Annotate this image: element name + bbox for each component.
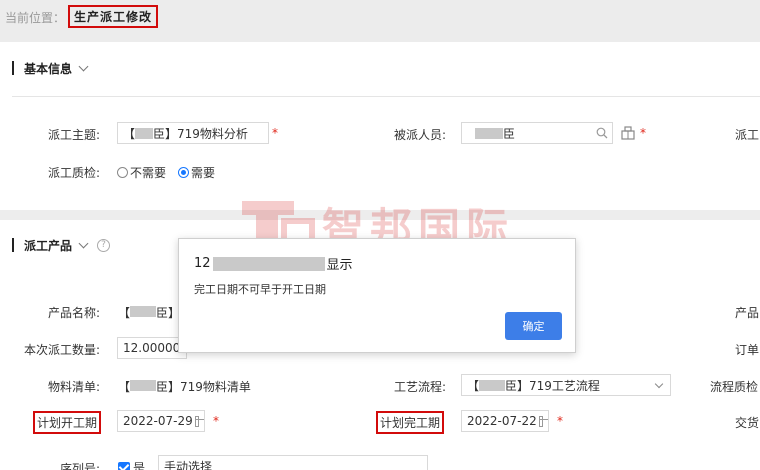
product-name-label: 产品名称: bbox=[48, 306, 101, 320]
calendar-icon[interactable] bbox=[194, 415, 204, 427]
subject-suffix: 臣】719物料分析 bbox=[153, 126, 248, 141]
redacted-block bbox=[135, 127, 154, 139]
help-icon[interactable]: ? bbox=[97, 238, 111, 252]
subject-prefix: 【 bbox=[123, 126, 136, 141]
required-mark: * bbox=[640, 126, 646, 140]
quantity-input[interactable]: 12.000000 bbox=[117, 337, 187, 359]
assignee-input[interactable]: 臣 bbox=[461, 122, 613, 144]
process-label: 工艺流程: bbox=[394, 380, 447, 394]
section-basic-title: 基本信息 bbox=[24, 61, 73, 76]
qc-label: 派工质检: bbox=[48, 166, 101, 180]
bom-value[interactable]: 【 臣】719物料清单 bbox=[118, 378, 251, 395]
plan-end-label: 计划完工期 bbox=[376, 411, 445, 434]
redacted-block bbox=[475, 127, 503, 139]
serial-checkbox[interactable]: 是 bbox=[118, 459, 145, 470]
qc-option-yes-label: 需要 bbox=[191, 166, 216, 180]
calendar-icon[interactable] bbox=[538, 415, 548, 427]
chevron-down-icon[interactable] bbox=[654, 379, 664, 389]
section-product-header[interactable]: 派工产品 ? bbox=[12, 235, 111, 255]
product-name-suffix: 臣】 bbox=[156, 306, 181, 320]
right-cut-label: 派工 bbox=[735, 128, 760, 142]
quantity-label: 本次派工数量: bbox=[24, 343, 101, 357]
breadcrumb-current: 生产派工修改 bbox=[68, 5, 159, 28]
dialog-ok-button[interactable]: 确定 bbox=[505, 312, 562, 340]
product-name-prefix: 【 bbox=[118, 306, 131, 320]
process-select[interactable]: 【 臣】719工艺流程 bbox=[461, 374, 671, 396]
bom-suffix: 臣】719物料清单 bbox=[156, 380, 251, 394]
search-icon[interactable] bbox=[596, 127, 608, 139]
plan-start-value: 2022-07-29 bbox=[123, 414, 193, 428]
required-mark: * bbox=[557, 414, 563, 428]
plan-start-date-input[interactable]: 2022-07-29 bbox=[117, 410, 205, 432]
product-name-value: 【 臣】 bbox=[118, 304, 180, 321]
subject-label: 派工主题: bbox=[48, 128, 101, 142]
redacted-block bbox=[130, 380, 157, 391]
required-mark: * bbox=[213, 414, 219, 428]
assignee-label: 被派人员: bbox=[394, 128, 447, 142]
process-suffix: 臣】719工艺流程 bbox=[505, 378, 600, 393]
right-cut-label: 产品 bbox=[735, 306, 760, 320]
qc-option-no-label: 不需要 bbox=[130, 166, 167, 180]
right-cut-label: 订单 bbox=[735, 343, 760, 357]
redacted-block bbox=[212, 256, 325, 271]
radio-checked-icon[interactable] bbox=[178, 167, 189, 178]
serial-check-label: 是 bbox=[133, 461, 146, 470]
radio-unchecked-icon[interactable] bbox=[117, 167, 128, 178]
chevron-down-icon[interactable] bbox=[78, 61, 89, 71]
subject-input[interactable]: 【 臣】719物料分析 bbox=[117, 122, 269, 144]
divider bbox=[12, 96, 760, 97]
bom-label: 物料清单: bbox=[48, 380, 101, 394]
dialog-message: 完工日期不可早于开工日期 bbox=[194, 283, 326, 296]
plan-start-label: 计划开工期 bbox=[33, 411, 102, 434]
dialog-title-suffix: 显示 bbox=[326, 258, 353, 273]
qc-option-yes[interactable]: 需要 bbox=[178, 164, 215, 181]
org-picker-icon[interactable] bbox=[620, 125, 636, 141]
process-qc-label: 流程质检 bbox=[710, 380, 759, 394]
redacted-block bbox=[130, 306, 157, 317]
section-marker bbox=[12, 238, 14, 252]
serial-select-value: 手动选择 bbox=[164, 459, 213, 470]
dialog-title-prefix: 12 bbox=[194, 256, 211, 271]
required-mark: * bbox=[272, 126, 278, 140]
bom-prefix: 【 bbox=[118, 380, 131, 394]
redacted-block bbox=[479, 379, 506, 391]
dialog-title: 12 显示 bbox=[194, 254, 353, 273]
serial-label: 序列号: bbox=[60, 462, 101, 470]
serial-select[interactable]: 手动选择 bbox=[158, 455, 428, 470]
checkbox-checked-icon[interactable] bbox=[118, 462, 130, 470]
breadcrumb-label: 当前位置： bbox=[5, 11, 66, 25]
section-basic-header[interactable]: 基本信息 bbox=[12, 58, 89, 78]
qc-option-no[interactable]: 不需要 bbox=[117, 164, 166, 181]
section-separator-band bbox=[0, 210, 760, 220]
section-marker bbox=[12, 61, 14, 75]
process-prefix: 【 bbox=[467, 378, 480, 393]
chevron-down-icon[interactable] bbox=[78, 238, 89, 248]
breadcrumb-bar: 当前位置： 生产派工修改 bbox=[0, 0, 760, 42]
assignee-suffix: 臣 bbox=[503, 126, 516, 141]
alert-dialog: 12 显示 完工日期不可早于开工日期 确定 bbox=[178, 238, 576, 353]
right-cut-label: 交货 bbox=[735, 416, 760, 430]
section-product-title: 派工产品 bbox=[24, 238, 73, 253]
plan-end-date-input[interactable]: 2022-07-22 bbox=[461, 410, 549, 432]
plan-end-value: 2022-07-22 bbox=[467, 414, 537, 428]
